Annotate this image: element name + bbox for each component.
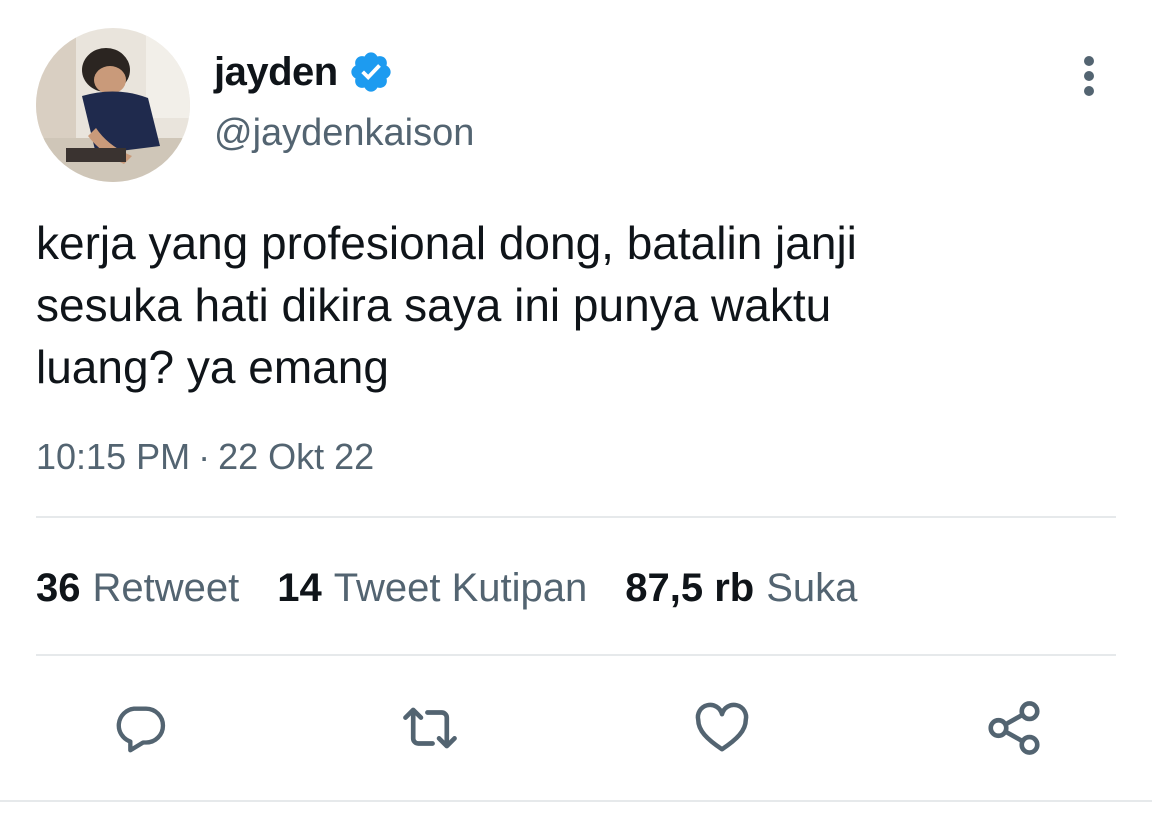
avatar-photo <box>36 28 190 182</box>
verified-badge-icon <box>348 49 394 95</box>
user-handle[interactable]: @jaydenkaison <box>214 112 474 155</box>
tweet-text: kerja yang profesional dong, batalin jan… <box>36 217 857 393</box>
share-icon <box>988 701 1040 755</box>
retweet-button[interactable] <box>398 696 462 760</box>
like-stat[interactable]: 87,5 rb Suka <box>625 566 857 611</box>
quote-tweet-count: 14 <box>277 565 322 610</box>
tweet-stats: 36 Retweet 14 Tweet Kutipan 87,5 rb Suka <box>36 560 895 616</box>
retweet-label: Retweet <box>92 565 240 610</box>
tweet-time[interactable]: 10:15 PM <box>36 436 190 478</box>
divider <box>36 516 1116 518</box>
divider <box>36 654 1116 656</box>
quote-tweet-label: Tweet Kutipan <box>333 565 588 610</box>
divider <box>0 800 1152 802</box>
share-button[interactable] <box>982 696 1046 760</box>
reply-icon <box>116 706 166 753</box>
tweet-date[interactable]: 22 Okt 22 <box>218 436 374 478</box>
retweet-icon <box>403 707 457 749</box>
quote-tweet-stat[interactable]: 14 Tweet Kutipan <box>277 566 587 611</box>
like-button[interactable] <box>690 696 754 760</box>
retweet-stat[interactable]: 36 Retweet <box>36 566 239 611</box>
avatar[interactable] <box>36 28 190 182</box>
more-vertical-icon <box>1084 56 1094 96</box>
timestamp-separator: · <box>198 436 211 477</box>
name-row: jayden <box>214 44 394 100</box>
retweet-count: 36 <box>36 565 81 610</box>
like-count: 87,5 rb <box>625 565 755 610</box>
reply-button[interactable] <box>108 696 172 760</box>
tweet-timestamp: 10:15 PM · 22 Okt 22 <box>36 436 374 478</box>
more-options-button[interactable] <box>1062 52 1116 100</box>
display-name[interactable]: jayden <box>214 50 338 95</box>
like-label: Suka <box>766 565 858 610</box>
like-icon <box>695 702 749 752</box>
